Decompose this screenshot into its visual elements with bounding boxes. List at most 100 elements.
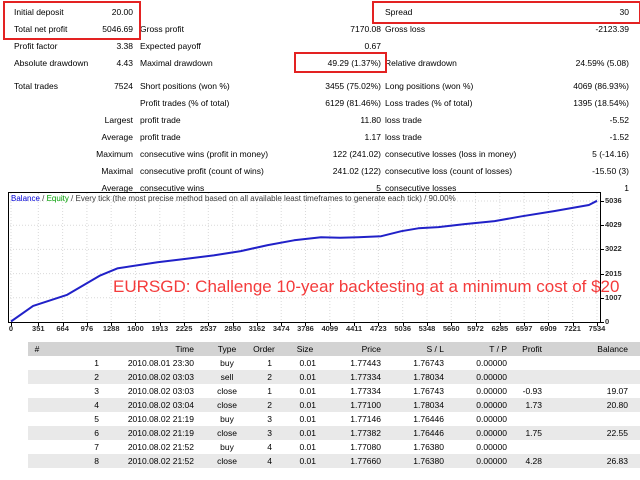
table-cell-sl: 1.76446	[413, 426, 444, 440]
stats-row: Initial deposit20.00Spread30	[0, 4, 640, 21]
y-axis-tick	[601, 201, 604, 202]
table-cell-profit: -0.93	[523, 384, 542, 398]
table-cell-balance: 19.07	[607, 384, 628, 398]
stat-value-left: Maximal	[101, 163, 133, 180]
table-cell-num: 2	[94, 370, 99, 384]
table-cell-time: 2010.08.02 03:04	[128, 398, 194, 412]
x-axis-tick	[354, 323, 355, 326]
table-cell-type: buy	[197, 440, 257, 454]
table-cell-order: 1	[267, 356, 272, 370]
stat-value-right: -15.50 (3)	[592, 163, 629, 180]
x-axis-tick	[233, 323, 234, 326]
table-cell-tp: 0.00000	[476, 370, 507, 384]
x-axis-tick	[11, 323, 12, 326]
y-axis-label: 1007	[605, 294, 622, 302]
table-row: 22010.08.02 03:03sell20.011.773341.78034…	[28, 370, 640, 384]
stats-row: Largestprofit trade11.80loss trade-5.52	[0, 112, 640, 129]
table-cell-type: buy	[197, 356, 257, 370]
table-cell-order: 4	[267, 454, 272, 468]
stat-label-right: Loss trades (% of total)	[385, 95, 472, 112]
y-axis-label: 3022	[605, 245, 622, 253]
x-axis-tick	[524, 323, 525, 326]
table-cell-num: 5	[94, 412, 99, 426]
x-axis-tick	[305, 323, 306, 326]
table-header-cell-size: Size	[275, 342, 335, 356]
stat-label-right: loss trade	[385, 129, 422, 146]
y-axis-tick	[601, 298, 604, 299]
stat-label-left: Total net profit	[14, 21, 67, 38]
table-cell-type: close	[197, 398, 257, 412]
table-cell-time: 2010.08.02 03:03	[128, 370, 194, 384]
table-header-row: #TimeTypeOrderSizePriceS / LT / PProfitB…	[28, 342, 640, 356]
x-axis-tick	[403, 323, 404, 326]
table-cell-balance: 22.55	[607, 426, 628, 440]
table-cell-tp: 0.00000	[476, 398, 507, 412]
stat-label-mid: Short positions (won %)	[140, 78, 230, 95]
stat-value-right: 1	[624, 180, 629, 197]
stat-label-right: Gross loss	[385, 21, 425, 38]
y-axis-label: 2015	[605, 270, 622, 278]
table-cell-num: 1	[94, 356, 99, 370]
stat-value-right: 24.59% (5.08)	[576, 55, 629, 72]
stat-value-left: 3.38	[116, 38, 133, 55]
table-cell-price: 1.77100	[350, 398, 381, 412]
x-axis-tick	[38, 323, 39, 326]
table-cell-time: 2010.08.02 21:52	[128, 440, 194, 454]
x-axis-tick	[330, 323, 331, 326]
stat-value-mid: 1.17	[364, 129, 381, 146]
table-cell-time: 2010.08.02 21:19	[128, 426, 194, 440]
table-cell-price: 1.77660	[350, 454, 381, 468]
chart-legend-part: / Every tick (the most precise method ba…	[69, 194, 456, 203]
stats-row: Maximalconsecutive profit (count of wins…	[0, 163, 640, 180]
table-cell-num: 7	[94, 440, 99, 454]
table-header-cell-balance: Balance	[597, 342, 628, 356]
stat-label-mid: profit trade	[140, 129, 181, 146]
table-cell-balance: 26.83	[607, 454, 628, 468]
table-cell-time: 2010.08.01 23:30	[128, 356, 194, 370]
stat-value-mid: 6129 (81.46%)	[325, 95, 381, 112]
table-cell-size: 0.01	[299, 356, 316, 370]
stat-label-mid: Profit trades (% of total)	[140, 95, 229, 112]
x-axis-tick	[427, 323, 428, 326]
table-cell-size: 0.01	[299, 384, 316, 398]
stat-value-left: Maximum	[96, 146, 133, 163]
table-cell-num: 4	[94, 398, 99, 412]
table-cell-sl: 1.76446	[413, 412, 444, 426]
balance-chart: Balance / Equity / Every tick (the most …	[8, 192, 601, 323]
stat-label-right: Long positions (won %)	[385, 78, 473, 95]
stat-label-mid: consecutive wins (profit in money)	[140, 146, 268, 163]
table-cell-size: 0.01	[299, 412, 316, 426]
stat-label-right: consecutive loss (count of losses)	[385, 163, 512, 180]
stat-value-mid: 11.80	[360, 112, 381, 129]
x-axis-tick	[500, 323, 501, 326]
chart-annotation-text: EURSGD: Challenge 10-year backtesting at…	[113, 277, 619, 297]
stat-value-right: 1395 (18.54%)	[573, 95, 629, 112]
stat-value-right: -1.52	[610, 129, 629, 146]
table-cell-sl: 1.76380	[413, 440, 444, 454]
stat-label-left: Absolute drawdown	[14, 55, 88, 72]
table-cell-order: 1	[267, 384, 272, 398]
table-cell-order: 3	[267, 412, 272, 426]
table-cell-order: 2	[267, 398, 272, 412]
stats-row: Total net profit5046.69Gross profit7170.…	[0, 21, 640, 38]
table-cell-price: 1.77382	[350, 426, 381, 440]
table-cell-balance: 20.80	[607, 398, 628, 412]
table-cell-price: 1.77334	[350, 370, 381, 384]
table-cell-order: 3	[267, 426, 272, 440]
stat-value-right: -2123.39	[595, 21, 629, 38]
stat-value-right: 4069 (86.93%)	[573, 78, 629, 95]
stats-row: Total trades7524Short positions (won %)3…	[0, 78, 640, 95]
stats-row: Absolute drawdown4.43Maximal drawdown49.…	[0, 55, 640, 72]
table-header-cell-num: #	[7, 342, 67, 356]
stat-value-left: Largest	[105, 112, 133, 129]
table-row: 72010.08.02 21:52buy40.011.770801.763800…	[28, 440, 640, 454]
stat-value-mid: 7170.08	[350, 21, 381, 38]
table-cell-tp: 0.00000	[476, 384, 507, 398]
table-cell-price: 1.77080	[350, 440, 381, 454]
stat-value-mid: 0.67	[364, 38, 381, 55]
stat-value-left: 4.43	[116, 55, 133, 72]
table-cell-type: sell	[197, 370, 257, 384]
table-cell-tp: 0.00000	[476, 454, 507, 468]
table-cell-type: buy	[197, 412, 257, 426]
table-cell-order: 2	[267, 370, 272, 384]
